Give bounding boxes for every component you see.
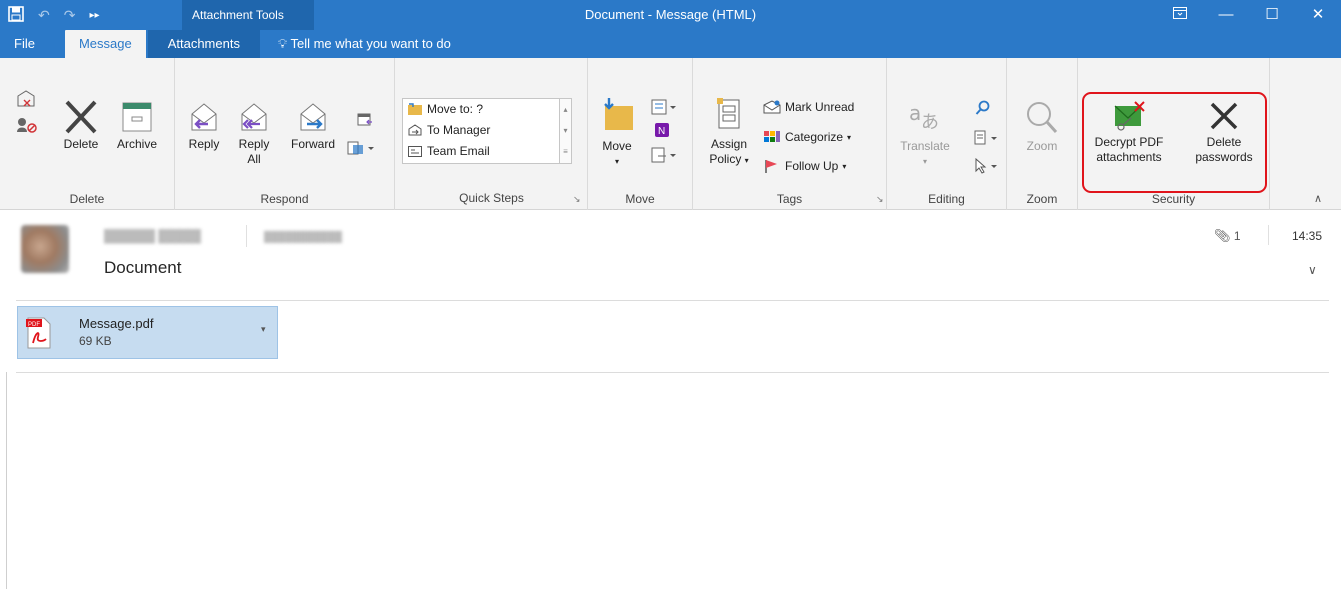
magnifier-icon [1027, 102, 1058, 134]
attachment-size: 69 KB [79, 334, 112, 348]
archive-icon [122, 102, 152, 132]
delete-group-label: Delete [69, 192, 105, 206]
quick-steps-gallery: Move to: ? To Manager Team Email [402, 98, 560, 164]
onenote-icon[interactable]: N [654, 122, 670, 141]
find-icon[interactable] [975, 100, 991, 119]
follow-up-button[interactable]: Follow Up ▾ [763, 159, 846, 173]
sender-name[interactable]: ██████ █████ [104, 229, 201, 243]
zoom-button[interactable]: Zoom [1017, 100, 1067, 154]
quick-step-move-to[interactable]: Move to: ? [403, 99, 559, 120]
chevron-down-icon[interactable]: ∨ [1308, 263, 1317, 277]
mark-unread-button[interactable]: Mark Unread [763, 100, 854, 114]
svg-text:a: a [909, 101, 921, 125]
title-bar: ↶ ↷ ▸▸ Attachment Tools Document - Messa… [0, 0, 1341, 58]
move-button[interactable]: Move ▾ [594, 96, 640, 169]
respond-group: Reply Reply All Forward Respond [175, 58, 395, 210]
pdf-icon: PDF [26, 317, 51, 349]
quick-steps-group-label: Quick Steps [459, 191, 524, 205]
svg-text:あ: あ [921, 112, 939, 133]
folder-move-icon [604, 98, 633, 130]
attachment-name: Message.pdf [79, 316, 154, 331]
archive-button[interactable]: Archive [108, 100, 166, 152]
actions-icon[interactable] [650, 146, 678, 167]
quick-steps-launcher-icon[interactable]: ↘ [573, 194, 581, 205]
tags-group: Assign Policy ▾ Mark Unread Categorize ▾… [693, 58, 887, 210]
meeting-reply-icon[interactable] [357, 112, 373, 131]
envelope-forward-icon [408, 124, 422, 136]
header-separator [246, 225, 247, 247]
header-divider [16, 300, 1329, 301]
tags-launcher-icon[interactable]: ↘ [876, 194, 884, 205]
reply-all-icon [241, 103, 267, 131]
message-header: ██████ █████ ███████████ Document 📎︎ 1 1… [0, 211, 1341, 301]
svg-text:PDF: PDF [28, 322, 40, 328]
team-email-icon [408, 146, 422, 157]
tab-file[interactable]: File [0, 30, 49, 58]
select-icon[interactable] [973, 157, 999, 177]
editing-group: aあ Translate ▾ Editing [887, 58, 1007, 210]
reply-all-button[interactable]: Reply All [231, 100, 277, 167]
tell-me-box[interactable]: 💡︎ Tell me what you want to do [260, 30, 465, 58]
translate-button[interactable]: aあ Translate ▾ [895, 98, 955, 169]
message-subject: Document [104, 258, 182, 277]
reply-button[interactable]: Reply [181, 100, 227, 152]
quick-steps-scrollbar[interactable]: ▴ ▾ ≡ [560, 98, 572, 164]
translate-icon: aあ [909, 101, 939, 133]
close-icon[interactable]: ✕ [1295, 0, 1341, 30]
paperclip-icon: 📎︎ [1214, 228, 1231, 243]
policy-icon [717, 98, 740, 129]
forward-icon [300, 103, 326, 131]
delete-button[interactable]: Delete [55, 100, 107, 152]
body-left-border [6, 372, 7, 589]
zoom-group: Zoom Zoom [1007, 58, 1078, 210]
tab-attachments[interactable]: Attachments [147, 30, 260, 58]
tab-message[interactable]: Message [64, 30, 146, 58]
minimize-icon[interactable]: — [1203, 0, 1249, 30]
chevron-down-icon[interactable]: ▾ [261, 324, 266, 335]
attachment-card[interactable]: PDF Message.pdf 69 KB ▾ [17, 306, 278, 359]
quick-step-team-email[interactable]: Team Email [403, 141, 559, 162]
svg-text:N: N [658, 126, 665, 137]
folder-move-icon [408, 103, 422, 115]
maximize-icon[interactable]: ☐ [1249, 0, 1295, 30]
message-body[interactable] [0, 372, 1341, 589]
categorize-icon [764, 131, 780, 142]
ignore-icon[interactable] [16, 90, 36, 111]
collapse-ribbon-icon[interactable]: ∧ [1314, 192, 1322, 205]
forward-button[interactable]: Forward [285, 100, 341, 152]
header-separator-right [1268, 225, 1269, 245]
tags-group-label: Tags [776, 192, 803, 206]
respond-group-label: Respond [260, 192, 309, 206]
move-group-label: Move [625, 192, 655, 206]
more-commands-icon[interactable]: ▸▸ [89, 10, 99, 21]
redo-icon[interactable]: ↷ [64, 7, 76, 24]
envelope-unread-icon [763, 100, 781, 114]
security-highlight-outline [1082, 92, 1267, 193]
delete-x-icon [65, 100, 97, 134]
security-group-label: Security [1151, 192, 1196, 206]
related-icon[interactable] [973, 130, 999, 149]
delete-group: Delete Archive Delete [0, 58, 175, 210]
avatar[interactable] [21, 225, 69, 273]
quick-access-toolbar: ↶ ↷ ▸▸ [8, 0, 100, 30]
quick-step-to-manager[interactable]: To Manager [403, 120, 559, 141]
reply-icon [191, 103, 217, 131]
assign-policy-button[interactable]: Assign Policy ▾ [703, 96, 755, 168]
flag-icon [765, 160, 777, 173]
ribbon-display-icon[interactable] [1157, 0, 1203, 30]
undo-icon[interactable]: ↶ [38, 7, 50, 24]
zoom-group-label: Zoom [1026, 192, 1058, 206]
editing-group-label: Editing [928, 192, 965, 206]
attachment-tools-label: Attachment Tools [182, 0, 314, 30]
more-respond-icon[interactable] [347, 140, 375, 159]
attachment-indicator: 📎︎ 1 [1214, 228, 1241, 243]
rules-icon[interactable] [650, 98, 678, 119]
message-time: 14:35 [1292, 229, 1323, 243]
sender-address: ███████████ [264, 232, 342, 243]
move-group: Move ▾ N Move [588, 58, 693, 210]
save-icon[interactable] [8, 5, 24, 25]
categorize-button[interactable]: Categorize ▾ [763, 130, 851, 144]
lightbulb-icon: 💡︎ [277, 36, 288, 51]
junk-icon[interactable] [16, 116, 40, 137]
